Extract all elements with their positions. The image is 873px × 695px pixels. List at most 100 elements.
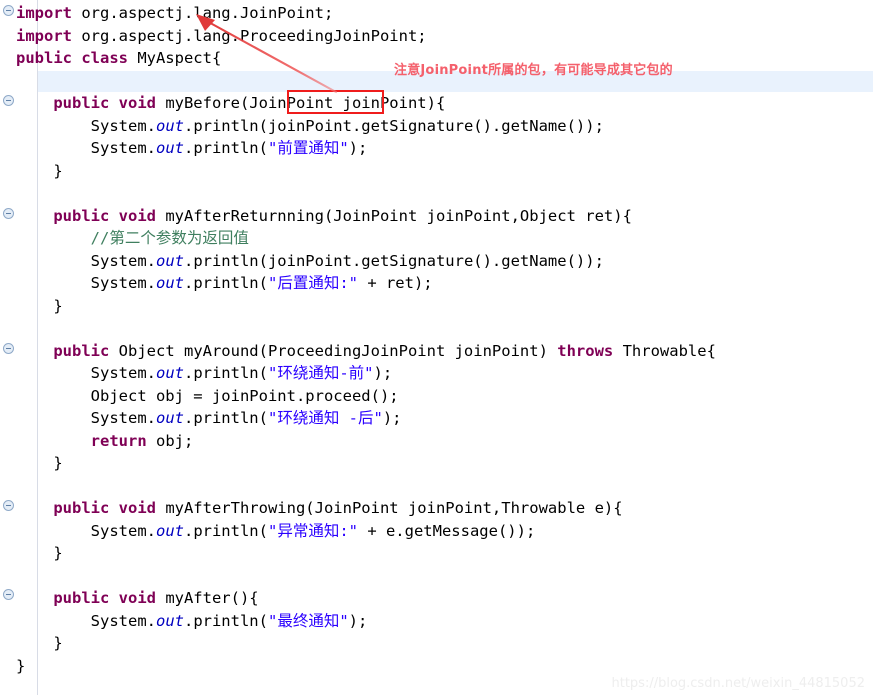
code-token-pln: System. — [90, 251, 156, 270]
code-token-pln: System. — [90, 139, 156, 157]
code-token-pln: System. — [90, 409, 156, 427]
code-token-pln: } — [53, 634, 63, 652]
code-token-str: "环绕通知 -后" — [267, 409, 383, 427]
code-token-pln: + ret); — [357, 274, 433, 292]
code-token-pln: obj; — [146, 431, 194, 450]
code-token-pln: System. — [90, 611, 156, 630]
code-token-str: "最终通知" — [267, 611, 349, 630]
code-token-pln: ); — [382, 409, 402, 427]
code-token-pln: MyAspect{ — [127, 49, 222, 67]
code-line[interactable]: public void myAfterReturnning(JoinPoint … — [16, 205, 632, 228]
code-token-pln: .println( — [183, 611, 268, 630]
code-line[interactable]: Object obj = joinPoint.proceed(); — [16, 385, 399, 408]
code-token-pln: .println( — [183, 274, 268, 292]
code-line[interactable]: System.out.println(joinPoint.getSignatur… — [16, 250, 604, 273]
code-token-pln: System. — [90, 274, 156, 292]
code-token-kw: public void — [53, 589, 156, 607]
code-token-str: "前置通知" — [267, 139, 349, 157]
code-token-kw: public void — [53, 94, 156, 112]
joinpoint-highlight-box — [287, 90, 384, 114]
code-token-pln: } — [53, 296, 63, 315]
code-line[interactable]: } — [16, 632, 63, 655]
code-editor-screenshot: import org.aspectj.lang.JoinPoint; import… — [0, 0, 873, 695]
code-token-str: "异常通知:" — [267, 521, 358, 540]
code-token-fld: out — [155, 251, 184, 270]
code-line[interactable]: System.out.println("前置通知"); — [16, 137, 368, 160]
code-line[interactable]: } — [16, 295, 63, 318]
code-token-pln: } — [53, 454, 63, 472]
code-token-pln: System. — [90, 364, 156, 382]
code-line[interactable]: import org.aspectj.lang.JoinPoint; — [16, 2, 333, 25]
code-token-pln: ); — [348, 139, 368, 157]
code-token-kw: import — [16, 4, 72, 22]
code-text-area[interactable]: import org.aspectj.lang.JoinPoint; import… — [0, 0, 873, 695]
code-token-fld: out — [155, 521, 184, 540]
code-token-pln: myAfterReturnning(JoinPoint joinPoint,Ob… — [155, 206, 632, 225]
code-token-fld: out — [155, 274, 184, 292]
code-line[interactable]: public void myAfter(){ — [16, 587, 259, 610]
code-token-fld: out — [155, 611, 184, 630]
code-line[interactable]: } — [16, 452, 63, 475]
code-token-kw: return — [90, 431, 147, 450]
code-token-pln: System. — [90, 116, 156, 135]
code-line[interactable]: return obj; — [16, 430, 194, 453]
code-line[interactable]: System.out.println("最终通知"); — [16, 610, 368, 633]
code-token-pln: org.aspectj.lang.JoinPoint; — [72, 4, 334, 22]
code-token-kw: public — [53, 341, 110, 360]
code-token-pln: myAfterThrowing(JoinPoint joinPoint,Thro… — [155, 499, 623, 517]
code-token-cmt: //第二个参数为返回值 — [90, 229, 249, 247]
code-line[interactable]: System.out.println(joinPoint.getSignatur… — [16, 115, 604, 138]
code-token-pln: .println(joinPoint.getSignature().getNam… — [183, 251, 604, 270]
code-token-pln: Throwable{ — [613, 341, 716, 360]
code-token-pln: } — [53, 161, 63, 180]
code-token-pln: Object myAround(ProceedingJoinPoint join… — [109, 341, 558, 360]
code-token-pln: } — [53, 544, 63, 562]
code-line[interactable]: } — [16, 160, 63, 183]
code-line[interactable]: public void myAfterThrowing(JoinPoint jo… — [16, 497, 623, 520]
code-token-kw: import — [16, 26, 72, 45]
code-token-pln: myAfter(){ — [155, 589, 259, 607]
code-token-kw: public void — [53, 499, 156, 517]
code-token-pln: ); — [373, 364, 393, 382]
code-line[interactable]: } — [16, 542, 63, 565]
code-line[interactable]: } — [16, 655, 25, 678]
code-token-fld: out — [155, 364, 184, 382]
code-line[interactable]: import org.aspectj.lang.ProceedingJoinPo… — [16, 25, 427, 48]
code-line[interactable]: System.out.println("环绕通知-前"); — [16, 362, 393, 385]
code-line[interactable]: public Object myAround(ProceedingJoinPoi… — [16, 340, 716, 363]
code-token-kw: public void — [53, 206, 156, 225]
code-line[interactable]: public class MyAspect{ — [16, 47, 221, 70]
code-token-str: "后置通知:" — [267, 274, 358, 292]
code-token-pln: .println( — [183, 364, 268, 382]
code-token-pln: System. — [90, 521, 156, 540]
code-line[interactable]: //第二个参数为返回值 — [16, 227, 249, 250]
code-line[interactable]: System.out.println("异常通知:" + e.getMessag… — [16, 520, 536, 543]
code-line[interactable]: System.out.println("后置通知:" + ret); — [16, 272, 433, 295]
code-line[interactable]: System.out.println("环绕通知 -后"); — [16, 407, 402, 430]
code-token-pln: ); — [348, 611, 368, 630]
code-token-fld: out — [155, 116, 184, 135]
code-token-kw: public class — [16, 49, 128, 67]
code-token-pln: org.aspectj.lang.ProceedingJoinPoint; — [72, 26, 427, 45]
code-token-pln: } — [16, 656, 26, 675]
annotation-text: 注意JoinPoint所属的包，有可能导成其它包的 — [394, 63, 673, 78]
